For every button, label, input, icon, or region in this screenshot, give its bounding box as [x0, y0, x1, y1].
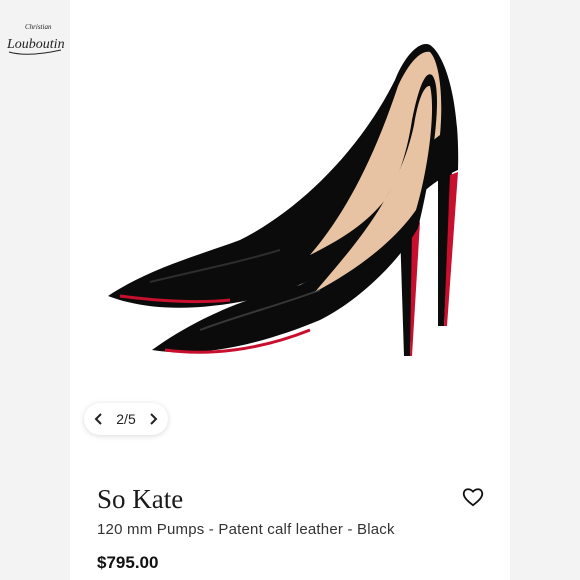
heart-outline-icon[interactable]	[462, 487, 484, 507]
brand-logo: Christian Louboutin	[0, 0, 70, 80]
product-price: $795.00	[97, 553, 159, 572]
product-name: So Kate	[97, 484, 184, 514]
logo-top-text: Christian	[25, 23, 52, 31]
chevron-right-icon[interactable]	[146, 412, 160, 426]
product-description: 120 mm Pumps - Patent calf leather - Bla…	[97, 521, 395, 538]
gallery-counter: 2/5	[116, 411, 136, 427]
chevron-left-icon[interactable]	[92, 412, 106, 426]
logo-main-text: Louboutin	[6, 37, 65, 52]
product-image[interactable]	[0, 0, 580, 420]
gallery-pager: 2/5	[84, 403, 168, 435]
